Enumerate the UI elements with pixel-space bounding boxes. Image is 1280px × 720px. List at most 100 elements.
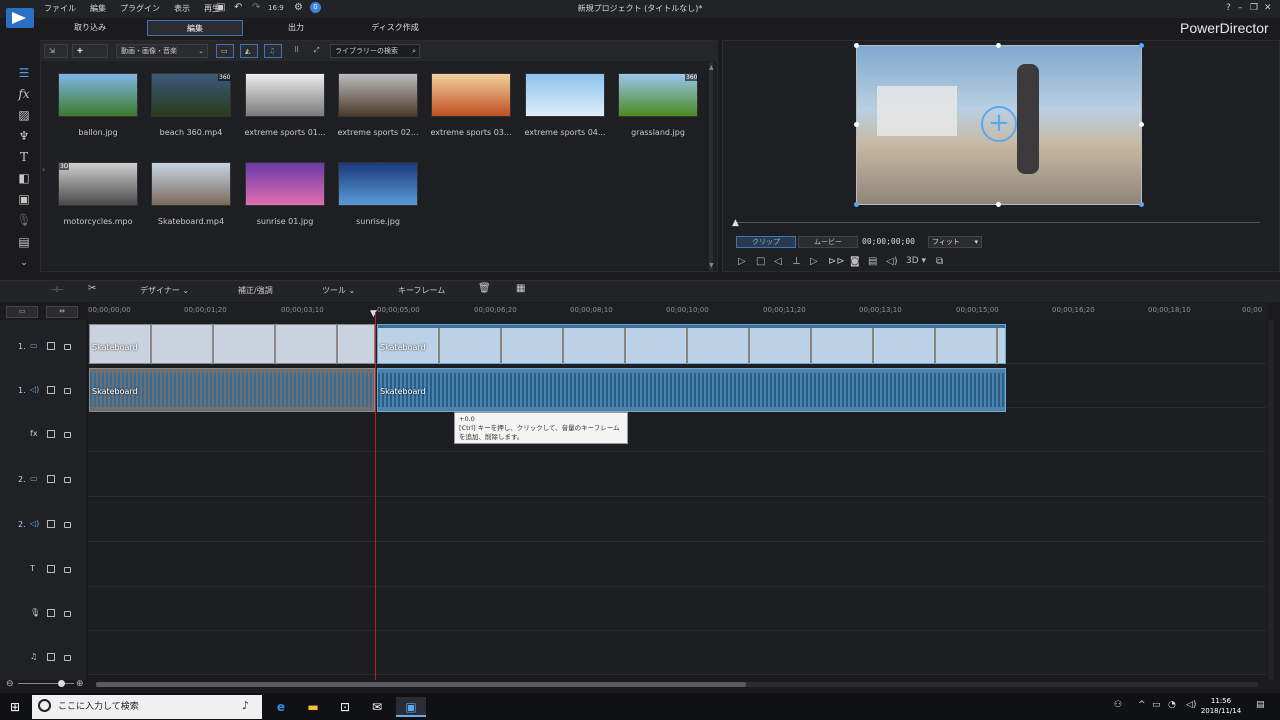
title-room-icon[interactable]: T	[15, 148, 33, 166]
lock-icon[interactable]	[64, 567, 71, 573]
timeline-track[interactable]	[88, 453, 1266, 497]
timeline-track[interactable]	[88, 631, 1266, 675]
menu-file[interactable]: ファイル	[44, 3, 76, 14]
grid-view-icon[interactable]: ⠿	[290, 44, 304, 58]
video-clip[interactable]: Skateboard	[89, 324, 375, 364]
media-room-icon[interactable]: ☰	[15, 64, 33, 82]
wifi-icon[interactable]: ◔	[1168, 700, 1176, 710]
import-icon[interactable]: ⇲	[44, 44, 68, 58]
media-thumbnail[interactable]	[58, 162, 138, 206]
menu-view[interactable]: 表示	[174, 3, 190, 14]
lock-icon[interactable]	[64, 432, 71, 438]
expand-icon[interactable]: ⤢	[310, 44, 324, 58]
track-enable-checkbox[interactable]	[47, 653, 55, 661]
audio-mixing-icon[interactable]: ▣	[15, 190, 33, 208]
edge-browser-icon[interactable]: e	[270, 697, 292, 717]
expand-panel-icon[interactable]: ›	[42, 165, 45, 174]
fit-timeline-icon[interactable]: ⇹	[46, 306, 78, 318]
preview-seek-bar[interactable]	[736, 222, 1260, 223]
snap-icon[interactable]: ⊣⊢	[50, 285, 64, 294]
resize-handle[interactable]	[854, 43, 859, 48]
tab-edit[interactable]: 編集	[147, 20, 243, 36]
lock-icon[interactable]	[64, 655, 71, 661]
resize-handle[interactable]	[996, 43, 1001, 48]
powerdirector-taskbar-icon[interactable]: ▣	[396, 697, 426, 717]
fast-forward-icon[interactable]: ⊳⊳	[828, 256, 845, 267]
aspect-ratio[interactable]: 16:9	[268, 4, 284, 12]
track-enable-checkbox[interactable]	[47, 520, 55, 528]
track-enable-checkbox[interactable]	[47, 342, 55, 350]
chapter-room-icon[interactable]: ▤	[15, 233, 33, 251]
resize-handle[interactable]	[1139, 202, 1144, 207]
action-center-icon[interactable]: ▤	[1256, 700, 1265, 710]
music-filter-icon[interactable]: ♫	[264, 44, 282, 58]
zoom-slider[interactable]	[18, 683, 74, 684]
resize-handle[interactable]	[854, 122, 859, 127]
resize-handle[interactable]	[1139, 43, 1144, 48]
keyframe-button[interactable]: キーフレーム	[398, 285, 445, 296]
audio-clip[interactable]: Skateboard	[377, 368, 1006, 412]
redo-icon[interactable]: ↷	[252, 2, 260, 13]
lock-icon[interactable]	[64, 477, 71, 483]
preview-timecode[interactable]: 00;00;00;00	[862, 237, 915, 246]
chevron-up-icon[interactable]: ^	[1138, 700, 1146, 710]
track-enable-checkbox[interactable]	[47, 430, 55, 438]
snapshot-icon[interactable]: ◙	[850, 256, 860, 267]
minimize-button[interactable]: –	[1238, 3, 1243, 13]
previous-frame-icon[interactable]: ◁	[774, 256, 782, 267]
scroll-down-arrow-icon[interactable]: ▼	[709, 262, 714, 269]
resize-handle[interactable]	[854, 202, 859, 207]
people-icon[interactable]: ⚇	[1114, 700, 1122, 710]
video-filter-icon[interactable]: ▭	[216, 44, 234, 58]
close-button[interactable]: ✕	[1264, 3, 1272, 13]
speaker-icon[interactable]: ◁)	[1186, 700, 1196, 710]
next-frame-icon[interactable]: ▷	[810, 256, 818, 267]
library-search-input[interactable]: ライブラリーの検索 ⌕	[330, 44, 420, 58]
media-thumbnail[interactable]	[58, 73, 138, 117]
video-clip[interactable]: Skateboard	[377, 324, 1006, 364]
track-manager-icon[interactable]: ▭	[6, 306, 38, 318]
restore-button[interactable]: ❐	[1250, 3, 1258, 13]
network-icon[interactable]: ▭	[1152, 700, 1161, 710]
track-enable-checkbox[interactable]	[47, 609, 55, 617]
tools-menu[interactable]: ツール ⌄	[322, 285, 355, 296]
scroll-down-icon[interactable]: ⌄	[15, 254, 33, 272]
move-crosshair-icon[interactable]: +	[981, 106, 1017, 142]
lock-icon[interactable]	[64, 522, 71, 528]
timeline-vertical-scrollbar[interactable]	[1268, 320, 1274, 680]
timeline-track[interactable]	[88, 543, 1266, 587]
audio-clip[interactable]: Skateboard	[89, 368, 375, 412]
track-enable-checkbox[interactable]	[47, 565, 55, 573]
trash-icon[interactable]: 🗑	[478, 283, 491, 294]
zoom-slider-thumb[interactable]	[58, 680, 65, 687]
timeline-track[interactable]	[88, 408, 1266, 452]
pip-room-icon[interactable]: ▨	[15, 106, 33, 124]
clock[interactable]: 11:56 2018/11/14	[1198, 696, 1244, 716]
volume-icon[interactable]: ◁)	[886, 256, 898, 267]
media-thumbnail[interactable]	[338, 73, 418, 117]
track-enable-checkbox[interactable]	[47, 386, 55, 394]
store-icon[interactable]: ⊡	[334, 697, 356, 717]
designer-menu[interactable]: デザイナー ⌄	[140, 285, 189, 296]
notification-icon[interactable]: 0	[310, 2, 321, 13]
play-icon[interactable]: ▷	[738, 256, 746, 267]
seek-thumb-icon[interactable]: ▲	[732, 218, 739, 228]
transition-room-icon[interactable]: ◧	[15, 169, 33, 187]
stop-icon[interactable]: □	[756, 256, 765, 267]
fix-enhance-button[interactable]: 補正/強調	[238, 285, 273, 296]
media-thumbnail[interactable]	[338, 162, 418, 206]
windows-start-icon[interactable]: ⊞	[10, 700, 20, 714]
scroll-up-icon[interactable]: ▲	[709, 64, 714, 71]
file-explorer-icon[interactable]: ▬	[302, 697, 324, 717]
lock-icon[interactable]	[64, 388, 71, 394]
tab-produce[interactable]: 出力	[256, 20, 336, 36]
subtitle-icon[interactable]: ▤	[868, 256, 877, 267]
resize-handle[interactable]	[996, 202, 1001, 207]
zoom-in-icon[interactable]: ⊕	[76, 679, 84, 689]
menu-edit[interactable]: 編集	[90, 3, 106, 14]
timeline-track[interactable]	[88, 498, 1266, 542]
voice-over-icon[interactable]: 🎙	[15, 211, 33, 229]
fx-room-icon[interactable]: fx	[15, 85, 33, 103]
movie-mode-button[interactable]: ムービー	[798, 236, 858, 248]
media-thumbnail[interactable]	[525, 73, 605, 117]
